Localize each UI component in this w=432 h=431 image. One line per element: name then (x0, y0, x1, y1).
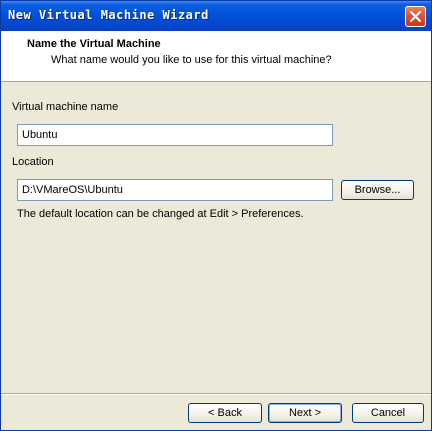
back-button[interactable]: < Back (188, 403, 262, 423)
location-input[interactable]: D:\VMareOS\Ubuntu (17, 179, 333, 201)
close-button[interactable] (405, 6, 426, 27)
location-label: Location (12, 156, 54, 168)
footer-separator (1, 393, 431, 395)
page-subtitle: What name would you like to use for this… (51, 54, 332, 66)
location-hint: The default location can be changed at E… (17, 208, 304, 220)
title-bar[interactable]: New Virtual Machine Wizard (1, 1, 431, 31)
close-icon (410, 11, 421, 22)
next-button[interactable]: Next > (268, 403, 342, 423)
window-title: New Virtual Machine Wizard (8, 8, 209, 22)
vm-name-label-text: Virtual machine name (12, 101, 119, 113)
wizard-header: Name the Virtual Machine What name would… (1, 31, 431, 82)
vm-name-input[interactable]: Ubuntu (17, 124, 333, 146)
wizard-window: New Virtual Machine Wizard Name the Virt… (0, 0, 432, 431)
cancel-button[interactable]: Cancel (352, 403, 424, 423)
page-title: Name the Virtual Machine (27, 38, 161, 50)
vm-name-label: Virtual machine name (12, 101, 118, 113)
browse-button[interactable]: Browse... (341, 180, 414, 200)
